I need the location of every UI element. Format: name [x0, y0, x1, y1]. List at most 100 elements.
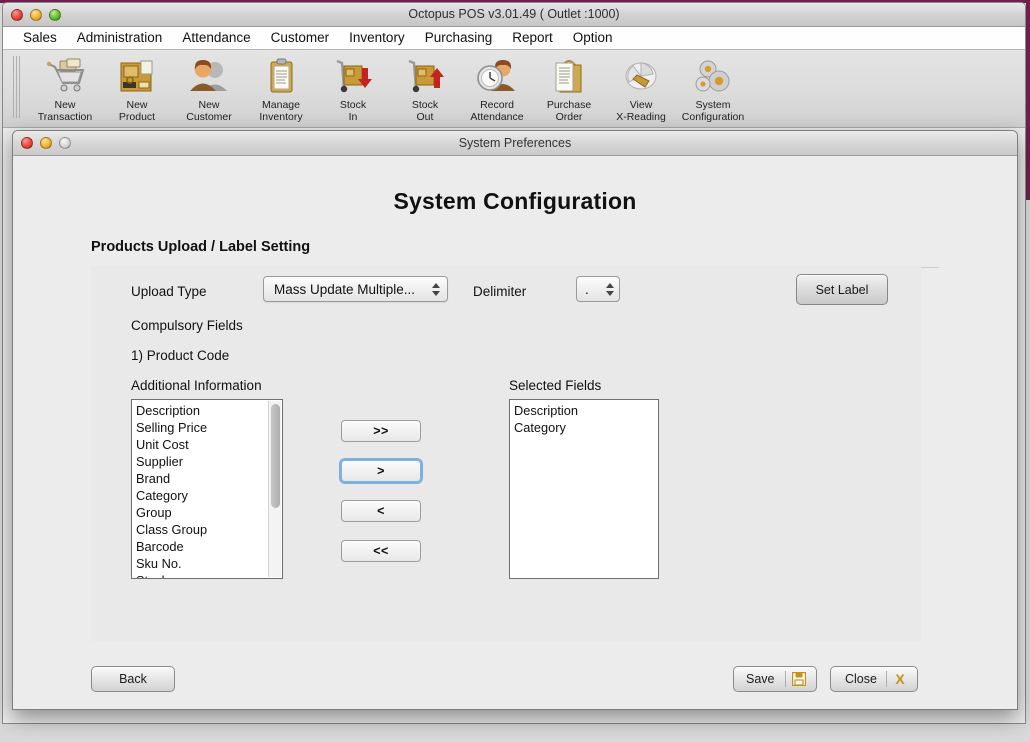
chevron-updown-icon [605, 280, 615, 298]
toolbar-label-line2: Product [119, 112, 155, 124]
set-label-button[interactable]: Set Label [796, 274, 888, 305]
toolbar-button-system-configuration[interactable]: System Configuration [677, 54, 749, 123]
section-title: Products Upload / Label Setting [91, 239, 1017, 255]
toolbar-label-line2: Out [412, 112, 438, 124]
button-separator [886, 671, 887, 687]
toolbar-label-line1: Record [470, 100, 523, 112]
toolbar-button-new-transaction[interactable]: New Transaction [29, 54, 101, 123]
main-titlebar: Octopus POS v3.01.49 ( Outlet :1000) [3, 3, 1025, 27]
button-separator [785, 671, 786, 687]
listbox-scrollbar[interactable] [268, 401, 281, 577]
back-button[interactable]: Back [91, 666, 175, 692]
list-item[interactable]: Stock [132, 572, 282, 579]
toolbar-label-line1: View [616, 100, 666, 112]
clipboard-icon [258, 56, 304, 98]
move-all-left-button[interactable]: << [341, 540, 421, 562]
gears-icon [690, 56, 736, 98]
list-item[interactable]: Unit Cost [132, 436, 282, 453]
toolbar-label: Stock Out [412, 100, 438, 123]
menu-report[interactable]: Report [502, 28, 563, 48]
pie-chart-icon [618, 56, 664, 98]
toolbar-label-line1: New [186, 100, 232, 112]
delimiter-select[interactable]: . [576, 276, 620, 302]
additional-information-listbox[interactable]: Description Selling Price Unit Cost Supp… [131, 399, 283, 579]
toolbar-button-record-attendance[interactable]: Record Attendance [461, 54, 533, 123]
toolbar-label-line2: X-Reading [616, 112, 666, 124]
toolbar-label-line2: Order [547, 112, 591, 124]
selected-fields-label: Selected Fields [509, 378, 601, 393]
toolbar: New Transaction New [3, 50, 1025, 128]
toolbar-label-line1: Stock [340, 100, 366, 112]
save-button[interactable]: Save [733, 666, 817, 692]
menu-sales[interactable]: Sales [13, 28, 67, 48]
toolbar-label: Manage Inventory [259, 100, 302, 123]
toolbar-button-stock-in[interactable]: Stock In [317, 54, 389, 123]
toolbar-button-manage-inventory[interactable]: Manage Inventory [245, 54, 317, 123]
list-item[interactable]: Group [132, 504, 282, 521]
toolbar-button-new-product[interactable]: New Product [101, 54, 173, 123]
toolbar-label: System Configuration [682, 100, 744, 123]
toolbar-label-line2: Attendance [470, 112, 523, 124]
toolbar-label-line1: Purchase [547, 100, 591, 112]
list-item[interactable]: Barcode [132, 538, 282, 555]
toolbar-label-line1: New [38, 100, 92, 112]
toolbar-grip[interactable] [13, 56, 21, 118]
chevron-updown-icon [431, 280, 441, 298]
desktop-edge-right [1026, 0, 1030, 200]
upload-type-value: Mass Update Multiple... [274, 282, 431, 297]
menu-customer[interactable]: Customer [261, 28, 340, 48]
menu-administration[interactable]: Administration [67, 28, 173, 48]
toolbar-label: New Product [119, 100, 155, 123]
document-bag-icon [546, 56, 592, 98]
scrollbar-thumb[interactable] [271, 404, 280, 508]
main-window-title: Octopus POS v3.01.49 ( Outlet :1000) [3, 3, 1025, 26]
selected-fields-listbox[interactable]: Description Category [509, 399, 659, 579]
list-item[interactable]: Category [132, 487, 282, 504]
menu-option[interactable]: Option [563, 28, 623, 48]
toolbar-button-purchase-order[interactable]: Purchase Order [533, 54, 605, 123]
move-left-button[interactable]: < [341, 500, 421, 522]
menu-attendance[interactable]: Attendance [172, 28, 260, 48]
list-item[interactable]: Description [510, 402, 658, 419]
hand-truck-up-arrow-icon [402, 56, 448, 98]
shopping-cart-icon [42, 56, 88, 98]
dialog-body: System Configuration Products Upload / L… [13, 156, 1017, 710]
toolbar-label-line1: New [119, 100, 155, 112]
two-people-icon [186, 56, 232, 98]
toolbar-label-line2: In [340, 112, 366, 124]
list-item[interactable]: Sku No. [132, 555, 282, 572]
compulsory-fields-label: Compulsory Fields [131, 318, 243, 333]
list-item[interactable]: Supplier [132, 453, 282, 470]
list-item[interactable]: Selling Price [132, 419, 282, 436]
page-title: System Configuration [13, 156, 1017, 215]
move-all-right-button[interactable]: >> [341, 420, 421, 442]
delimiter-label: Delimiter [473, 284, 526, 299]
upload-type-select[interactable]: Mass Update Multiple... [263, 276, 448, 302]
toolbar-label-line1: Manage [259, 100, 302, 112]
toolbar-button-new-customer[interactable]: New Customer [173, 54, 245, 123]
system-preferences-dialog: System Preferences System Configuration … [12, 130, 1018, 710]
menu-inventory[interactable]: Inventory [339, 28, 415, 48]
list-item[interactable]: Brand [132, 470, 282, 487]
upload-type-label: Upload Type [131, 284, 207, 299]
list-item[interactable]: Class Group [132, 521, 282, 538]
toolbar-button-stock-out[interactable]: Stock Out [389, 54, 461, 123]
toolbar-button-view-x-reading[interactable]: View X-Reading [605, 54, 677, 123]
menu-purchasing[interactable]: Purchasing [415, 28, 503, 48]
toolbar-label-line2: Customer [186, 112, 232, 124]
move-right-button[interactable]: > [341, 460, 421, 482]
x-icon: X [889, 667, 911, 691]
dialog-title: System Preferences [13, 131, 1017, 155]
toolbar-label-line2: Configuration [682, 112, 744, 124]
dialog-titlebar: System Preferences [13, 131, 1017, 156]
list-item[interactable]: Description [132, 402, 282, 419]
menubar: Sales Administration Attendance Customer… [3, 27, 1025, 50]
additional-information-list: Description Selling Price Unit Cost Supp… [132, 400, 282, 579]
toolbar-label-line2: Transaction [38, 112, 92, 124]
toolbar-label: New Customer [186, 100, 232, 123]
close-button[interactable]: Close X [830, 666, 918, 692]
list-item[interactable]: Category [510, 419, 658, 436]
toolbar-label-line1: System [682, 100, 744, 112]
toolbar-label-line2: Inventory [259, 112, 302, 124]
delimiter-value: . [585, 282, 605, 297]
